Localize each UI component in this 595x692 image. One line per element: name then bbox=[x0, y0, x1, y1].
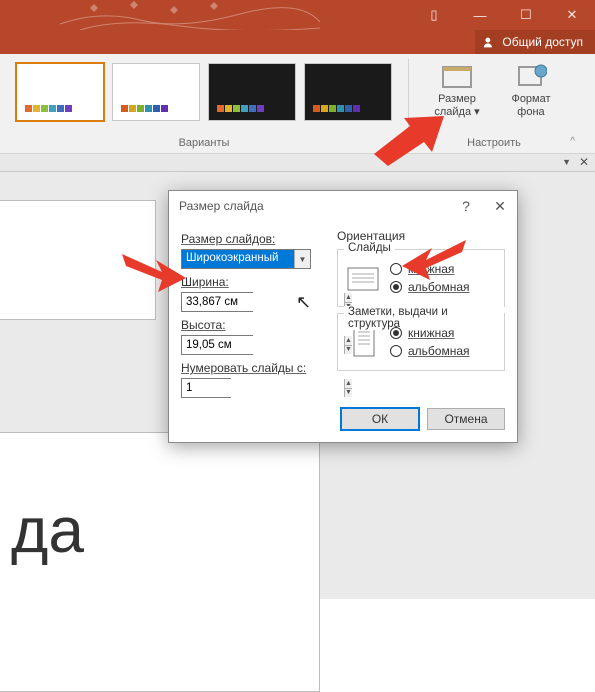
width-spinner[interactable]: ▲▼ bbox=[181, 292, 253, 312]
orientation-slides-group: Слайды книжная альбомная bbox=[337, 249, 505, 307]
variant-thumb-1[interactable] bbox=[16, 63, 104, 121]
slides-portrait-radio[interactable]: книжная bbox=[390, 262, 470, 276]
orientation-notes-legend: Заметки, выдачи и структура bbox=[344, 306, 504, 330]
variant-thumb-2[interactable] bbox=[112, 63, 200, 121]
width-input[interactable] bbox=[182, 293, 344, 311]
dialog-help-icon[interactable]: ? bbox=[449, 191, 483, 221]
ribbon-group-customize: Размер слайда ▾ Формат фона Настроить ^ bbox=[409, 54, 579, 153]
title-bar: ▯ — ☐ ✕ bbox=[0, 0, 595, 30]
maximize-icon[interactable]: ☐ bbox=[503, 0, 549, 30]
ribbon: Варианты Размер слайда ▾ Формат фона Нас… bbox=[0, 54, 595, 154]
height-spinner[interactable]: ▲▼ bbox=[181, 335, 253, 355]
number-from-label: Нумеровать слайды с: bbox=[181, 361, 323, 375]
size-for-value: Широкоэкранный bbox=[182, 250, 294, 268]
pane-close-icon[interactable]: ✕ bbox=[579, 155, 589, 169]
slide-size-icon bbox=[441, 63, 473, 91]
share-label: Общий доступ bbox=[502, 35, 583, 49]
slide-size-label: Размер слайда ▾ bbox=[434, 93, 479, 119]
number-from-spinner[interactable]: ▲▼ bbox=[181, 378, 231, 398]
share-icon bbox=[483, 36, 496, 49]
minimize-icon[interactable]: — bbox=[457, 0, 503, 30]
slides-landscape-radio[interactable]: альбомная bbox=[390, 280, 470, 294]
notes-landscape-radio[interactable]: альбомная bbox=[390, 344, 470, 358]
slide-size-button[interactable]: Размер слайда ▾ bbox=[426, 63, 488, 119]
variant-thumb-4[interactable] bbox=[304, 63, 392, 121]
dialog-close-icon[interactable]: ✕ bbox=[483, 191, 517, 221]
format-background-button[interactable]: Формат фона bbox=[500, 63, 562, 119]
format-background-label: Формат фона bbox=[511, 93, 550, 119]
number-from-input[interactable] bbox=[182, 379, 344, 397]
ribbon-group-label: Варианты bbox=[0, 137, 408, 149]
orientation-slides-legend: Слайды bbox=[344, 242, 395, 254]
variant-thumb-3[interactable] bbox=[208, 63, 296, 121]
ribbon-options-icon[interactable]: ▯ bbox=[411, 0, 457, 30]
ribbon-group-variants: Варианты bbox=[0, 54, 408, 153]
size-for-combo[interactable]: Широкоэкранный ▼ bbox=[181, 249, 311, 269]
close-icon[interactable]: ✕ bbox=[549, 0, 595, 30]
cancel-button[interactable]: Отмена bbox=[427, 408, 505, 430]
orientation-notes-group: Заметки, выдачи и структура книжная альб… bbox=[337, 313, 505, 371]
ribbon-group-label: Настроить bbox=[409, 137, 579, 149]
mouse-cursor-icon: ↖ bbox=[296, 292, 311, 313]
variant-gallery[interactable] bbox=[16, 59, 392, 121]
ribbon-collapse-icon[interactable]: ^ bbox=[570, 136, 575, 147]
dialog-title: Размер слайда bbox=[179, 199, 264, 213]
page-landscape-icon bbox=[346, 258, 380, 298]
pane-dropdown-icon[interactable]: ▼ bbox=[562, 157, 571, 167]
titlebar-decoration bbox=[60, 0, 320, 30]
slide-preview: да bbox=[0, 432, 320, 692]
ok-button[interactable]: ОК bbox=[341, 408, 419, 430]
share-button[interactable]: Общий доступ bbox=[475, 30, 595, 54]
chevron-down-icon[interactable]: ▼ bbox=[294, 250, 310, 268]
height-label: Высота: bbox=[181, 318, 323, 332]
task-pane-header: ▼ ✕ bbox=[0, 154, 595, 172]
width-label: Ширина: bbox=[181, 275, 323, 289]
height-input[interactable] bbox=[182, 336, 344, 354]
dialog-titlebar[interactable]: Размер слайда ? ✕ bbox=[169, 191, 517, 221]
slide-size-dialog: Размер слайда ? ✕ Размер слайдов: Широко… bbox=[168, 190, 518, 443]
format-background-icon bbox=[515, 63, 547, 91]
slide-thumbnail[interactable] bbox=[0, 200, 156, 320]
size-for-label: Размер слайдов: bbox=[181, 232, 323, 246]
orientation-heading: Ориентация bbox=[337, 229, 505, 243]
